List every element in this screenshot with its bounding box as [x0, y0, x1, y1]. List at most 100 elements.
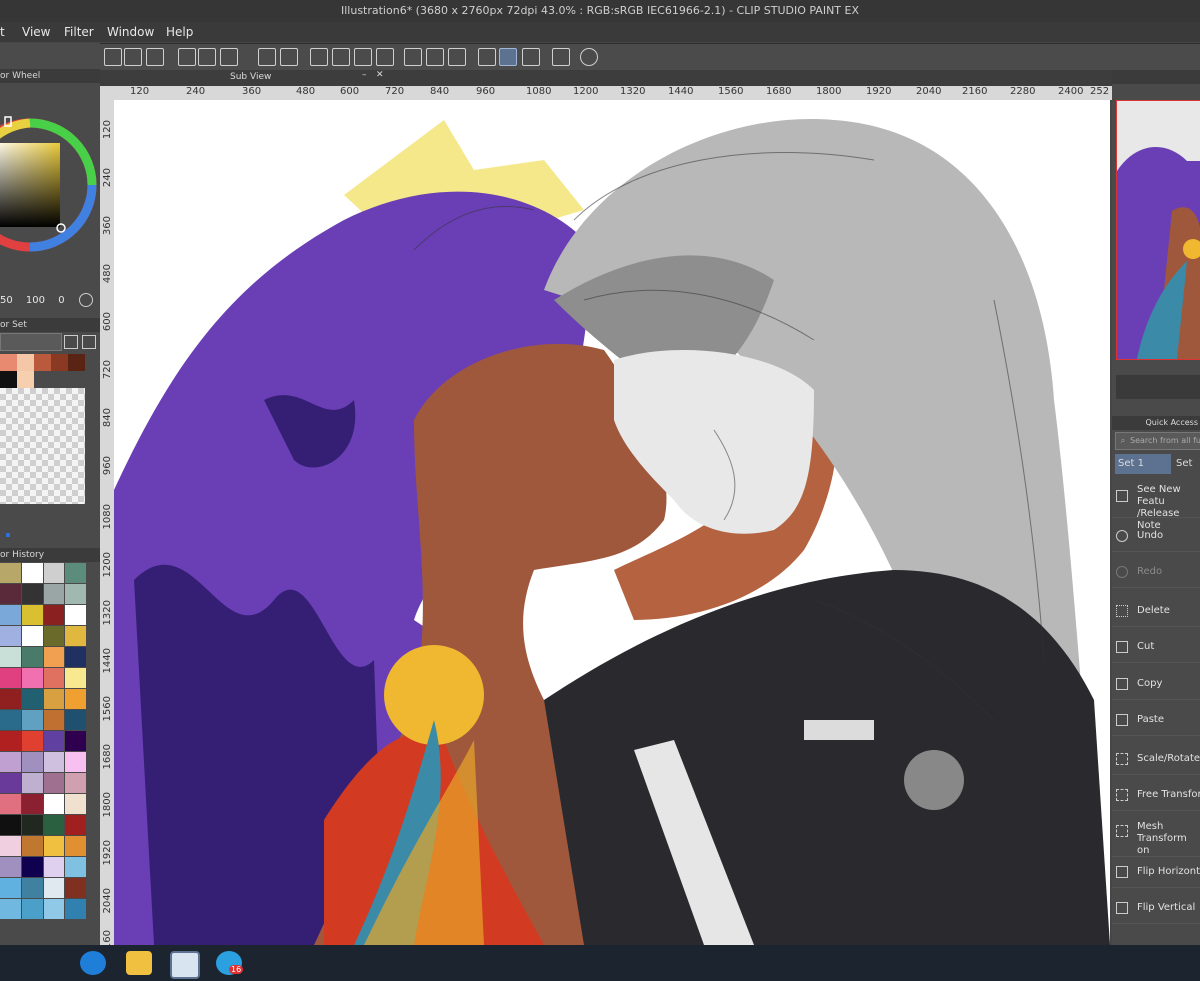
color-set-dropdown[interactable]: [0, 333, 62, 351]
hamburger-menu-icon[interactable]: [104, 48, 122, 66]
qa-item-paste[interactable]: Paste: [1112, 706, 1200, 736]
help-icon[interactable]: [580, 48, 598, 66]
ruler-tick: 1560: [102, 696, 113, 722]
window-title: Illustration6* (3680 x 2760px 72dpi 43.0…: [340, 4, 859, 17]
fill-icon[interactable]: [354, 48, 372, 66]
snap-grid-icon[interactable]: [522, 48, 540, 66]
menu-item-edit[interactable]: t: [0, 25, 5, 39]
new-file-icon[interactable]: [178, 48, 196, 66]
navigator-slider[interactable]: [1116, 375, 1200, 399]
qa-item-flip-vertical[interactable]: Flip Vertical: [1112, 894, 1200, 924]
snap-special-ruler-icon[interactable]: [499, 48, 517, 66]
qa-item-mesh-transform[interactable]: Mesh Transform on: [1112, 817, 1200, 857]
swatch[interactable]: [51, 354, 68, 371]
ruler-tick: 2160: [962, 86, 988, 97]
color-history-title: or History: [0, 550, 45, 560]
color-wheel[interactable]: [0, 85, 100, 275]
qa-item-cut[interactable]: Cut: [1112, 633, 1200, 663]
qa-item-scale-rotate[interactable]: Scale/Rotate: [1112, 745, 1200, 775]
ruler-tick: 1800: [102, 792, 113, 818]
ruler-tick: 600: [340, 86, 360, 97]
quick-access-header[interactable]: Quick Access: [1112, 416, 1200, 430]
color-set-swatches[interactable]: [0, 354, 85, 504]
ruler-tick: 1680: [766, 86, 792, 97]
open-folder-icon[interactable]: [198, 48, 216, 66]
subview-title[interactable]: Sub View: [230, 72, 271, 82]
import-icon[interactable]: [82, 335, 96, 349]
swatch[interactable]: [68, 354, 85, 371]
ruler-tick: 360: [242, 86, 262, 97]
show-selection-icon[interactable]: [448, 48, 466, 66]
minimize-icon[interactable]: –: [362, 70, 367, 80]
copy-icon: [1116, 678, 1128, 690]
ruler-tick: 840: [430, 86, 450, 97]
file-explorer-icon[interactable]: [126, 951, 152, 975]
quick-access-title: Quick Access: [1145, 418, 1198, 427]
ruler-tick: 360: [102, 216, 113, 236]
ruler-tick: 1560: [718, 86, 744, 97]
ruler-tick: 252: [1090, 86, 1110, 97]
scale-rotate-icon: [1116, 753, 1128, 765]
close-icon[interactable]: ✕: [376, 70, 384, 80]
clip-studio-icon[interactable]: [146, 48, 164, 66]
ruler-tick: 2040: [916, 86, 942, 97]
ruler-tick: 1800: [816, 86, 842, 97]
transform-icon[interactable]: [376, 48, 394, 66]
tab-set-2[interactable]: Set 2: [1173, 454, 1200, 474]
ruler-tick: 2040: [102, 888, 113, 914]
menu-item-window[interactable]: Window: [107, 25, 154, 39]
swatch[interactable]: [0, 371, 17, 388]
menu-item-help[interactable]: Help: [166, 25, 193, 39]
smartphone-icon[interactable]: [552, 48, 570, 66]
save-icon[interactable]: [220, 48, 238, 66]
color-wheel-panel-header[interactable]: or Wheel: [0, 69, 100, 83]
invert-selection-icon[interactable]: [426, 48, 444, 66]
snap-ruler-icon[interactable]: [478, 48, 496, 66]
edge-browser-icon[interactable]: [80, 951, 106, 975]
ruler-tick: 1440: [668, 86, 694, 97]
color-set-panel-header[interactable]: or Set: [0, 318, 100, 332]
navigator-preview[interactable]: [1116, 100, 1200, 360]
swatch[interactable]: [17, 371, 34, 388]
color-history-swatches[interactable]: [0, 563, 86, 933]
mesh-transform-icon: [1116, 825, 1128, 837]
windows-taskbar: 16: [0, 945, 1200, 981]
quick-access-search[interactable]: ⌕ Search from all fu: [1115, 432, 1200, 450]
clear-icon[interactable]: [310, 48, 328, 66]
zoom-fit-icon[interactable]: [124, 48, 142, 66]
scissors-icon: [1116, 641, 1128, 653]
undo-icon: [1116, 530, 1128, 542]
color-history-panel-header[interactable]: or History: [0, 548, 100, 562]
menu-item-view[interactable]: View: [22, 25, 50, 39]
menu-item-filter[interactable]: Filter: [64, 25, 94, 39]
navigator-header[interactable]: [1112, 70, 1200, 84]
swatch[interactable]: [0, 354, 17, 371]
undo-icon[interactable]: [258, 48, 276, 66]
clip-studio-taskbar-icon[interactable]: [170, 951, 200, 979]
redo-icon[interactable]: [280, 48, 298, 66]
readout-c: 0: [58, 295, 65, 306]
ruler-tick: 2160: [102, 930, 113, 945]
qa-item-undo[interactable]: Undo: [1112, 522, 1200, 552]
tab-set-1[interactable]: Set 1: [1115, 454, 1171, 474]
empty-swatches: [0, 388, 85, 504]
qa-item-copy[interactable]: Copy: [1112, 670, 1200, 700]
left-toolbar-strip: [0, 43, 100, 69]
search-icon: ⌕: [1120, 436, 1126, 445]
deselect-icon[interactable]: [404, 48, 422, 66]
ruler-tick: 2400: [1058, 86, 1084, 97]
swatch[interactable]: [34, 354, 51, 371]
ruler-tick: 720: [102, 360, 113, 380]
clear-outside-icon[interactable]: [332, 48, 350, 66]
qa-item-new-features[interactable]: See New Featu /Release Note: [1112, 482, 1200, 531]
play-icon[interactable]: [79, 293, 93, 307]
qa-item-redo[interactable]: Redo: [1112, 558, 1200, 588]
flip-vertical-icon: [1116, 902, 1128, 914]
qa-item-delete[interactable]: Delete: [1112, 597, 1200, 627]
swatch[interactable]: [17, 354, 34, 371]
drawing-canvas[interactable]: [114, 100, 1110, 945]
qa-item-flip-horizontal[interactable]: Flip Horizontal: [1112, 858, 1200, 888]
qa-item-free-transform[interactable]: Free Transform: [1112, 781, 1200, 811]
wrench-icon[interactable]: [64, 335, 78, 349]
color-readout: 50 100 0: [0, 295, 65, 306]
